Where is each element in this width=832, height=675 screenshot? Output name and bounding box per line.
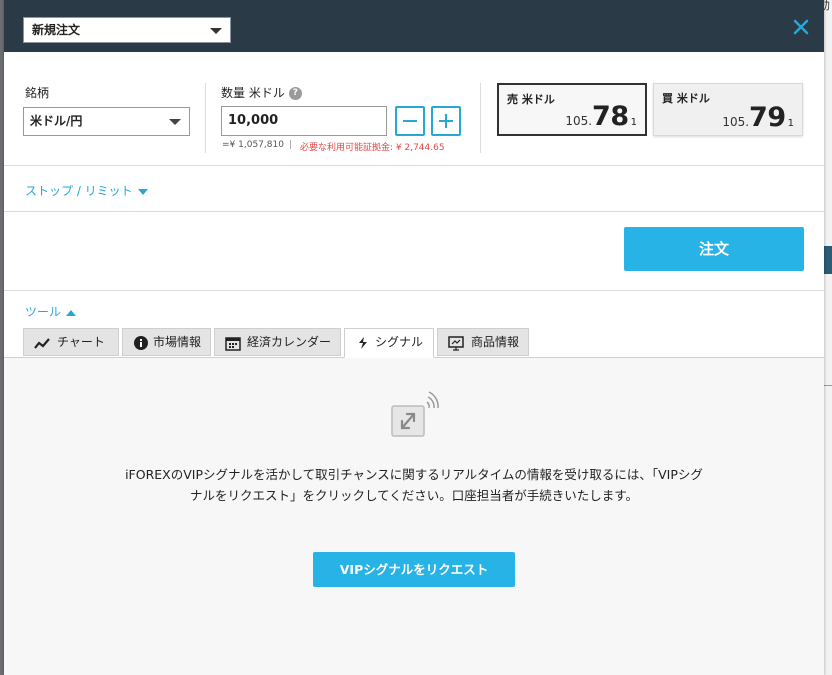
tab-signal[interactable]: シグナル [344, 328, 434, 358]
request-vip-signal-button[interactable]: VIPシグナルをリクエスト [313, 552, 515, 587]
chevron-down-icon [210, 28, 222, 34]
buy-price: 105.79 1 [722, 102, 794, 133]
instrument-value: 米ドル/円 [30, 114, 83, 128]
quantity-value: 10,000 [228, 113, 279, 128]
chart-line-icon [34, 338, 50, 349]
margin-required: 必要な利用可能証拠金: ¥ 2,744.65 [300, 143, 445, 153]
help-icon[interactable]: ? [288, 87, 302, 100]
quantity-equivalent: =¥ 1,057,810 [222, 140, 284, 150]
instrument-label: 銘柄 [25, 86, 50, 100]
order-type-value: 新規注文 [32, 23, 81, 37]
decrease-quantity-button[interactable] [395, 106, 425, 136]
calendar-icon [225, 337, 241, 351]
chevron-down-icon [137, 188, 148, 195]
tab-chart[interactable]: チャート [23, 328, 119, 356]
sell-label: 売 米ドル [507, 93, 555, 106]
close-icon[interactable] [792, 18, 810, 36]
order-type-select[interactable]: 新規注文 [23, 17, 231, 43]
signal-icon [359, 337, 367, 349]
divider [4, 290, 824, 291]
presentation-icon [448, 336, 464, 351]
divider [480, 83, 481, 153]
divider [205, 83, 206, 153]
tools-toggle[interactable]: ツール [25, 303, 77, 320]
quantity-label: 数量 米ドル? [221, 84, 302, 101]
tab-product-info[interactable]: 商品情報 [437, 328, 529, 356]
tab-market-info[interactable]: 市場情報 [122, 328, 211, 356]
increase-quantity-button[interactable] [431, 106, 461, 136]
new-order-dialog: 新規注文 銘柄 米ドル/円 数量 米ドル? 10,000 =¥ 1,057,81… [4, 0, 824, 675]
info-icon [134, 336, 148, 350]
quantity-input[interactable]: 10,000 [221, 106, 387, 136]
divider [4, 165, 824, 166]
chevron-down-icon [169, 119, 181, 125]
info-separator: | [289, 140, 293, 150]
tab-economic-calendar[interactable]: 経済カレンダー [214, 328, 341, 356]
dialog-header: 新規注文 [4, 0, 824, 52]
chevron-up-icon [66, 309, 77, 316]
sell-price: 105.78 1 [565, 101, 637, 132]
buy-price-button[interactable]: 買 米ドル 105.79 1 [653, 83, 803, 136]
buy-label: 買 米ドル [662, 92, 710, 105]
quantity-label-text: 数量 米ドル [221, 86, 285, 100]
order-button[interactable]: 注文 [624, 227, 804, 271]
minus-icon [403, 120, 417, 122]
signal-message: iFOREXのVIPシグナルを活かして取引チャンスに関するリアルタイムの情報を受… [125, 467, 703, 503]
signal-broadcast-icon [391, 391, 439, 437]
divider [4, 211, 824, 212]
sell-price-button[interactable]: 売 米ドル 105.78 1 [497, 83, 647, 136]
stop-limit-toggle[interactable]: ストップ / リミット [25, 182, 148, 199]
instrument-select[interactable]: 米ドル/円 [23, 107, 190, 136]
